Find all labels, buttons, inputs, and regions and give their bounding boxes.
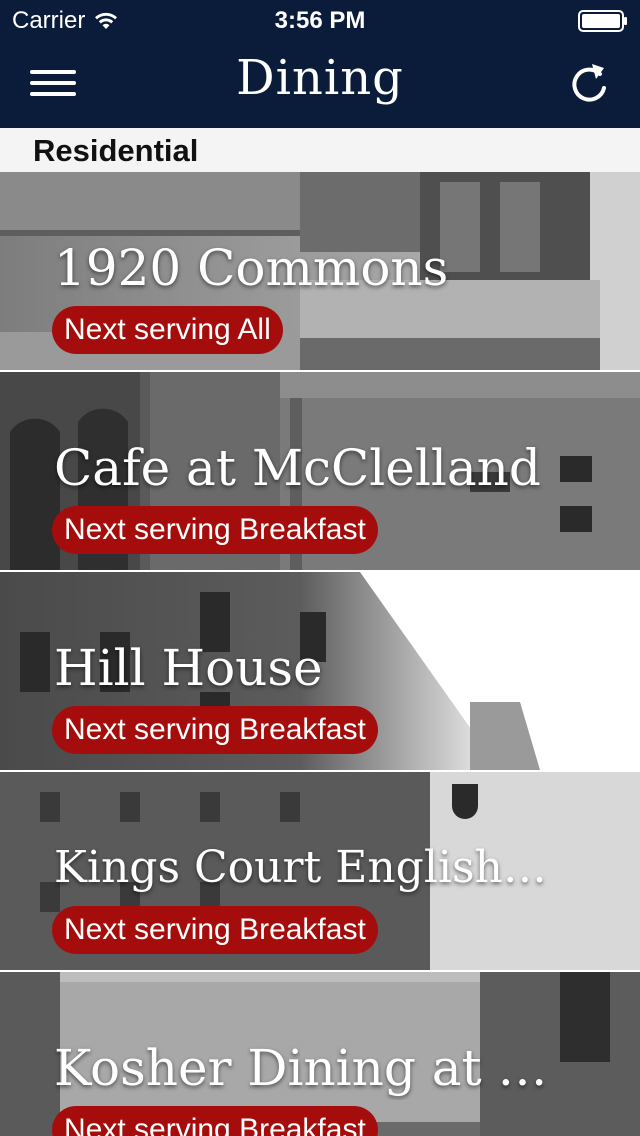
dining-location-list: 1920 Commons Next serving All Cafe at Mc… <box>0 172 640 1136</box>
next-serving-badge: Next serving Breakfast <box>52 506 378 554</box>
location-name: Kosher Dining at Falk <box>54 1039 554 1097</box>
next-serving-badge: Next serving Breakfast <box>52 1106 378 1136</box>
navigation-bar: Dining <box>0 40 640 128</box>
dining-location-row[interactable]: Kings Court English H… Next serving Brea… <box>0 772 640 972</box>
battery-icon <box>578 10 627 32</box>
refresh-icon <box>572 64 606 102</box>
top-bar: Carrier 3:56 PM Dining <box>0 0 640 128</box>
dining-location-row[interactable]: Hill House Next serving Breakfast <box>0 572 640 772</box>
page-title: Dining <box>236 50 404 106</box>
dining-screen: Carrier 3:56 PM Dining Residential 1920 … <box>0 0 640 1136</box>
dining-location-row[interactable]: Cafe at McClelland Next serving Breakfas… <box>0 372 640 572</box>
status-time: 3:56 PM <box>274 7 366 34</box>
location-name: Cafe at McClelland <box>54 439 541 497</box>
status-bar: Carrier 3:56 PM <box>0 0 640 40</box>
next-serving-badge: Next serving Breakfast <box>52 706 378 754</box>
location-name: 1920 Commons <box>54 239 449 297</box>
location-name: Hill House <box>54 639 323 697</box>
next-serving-badge: Next serving All <box>52 306 283 354</box>
location-name: Kings Court English H… <box>54 842 554 893</box>
refresh-button[interactable] <box>566 58 612 108</box>
dining-location-row[interactable]: 1920 Commons Next serving All <box>0 172 640 372</box>
section-header-residential: Residential <box>0 128 640 172</box>
dining-location-row[interactable]: Kosher Dining at Falk Next serving Break… <box>0 972 640 1136</box>
next-serving-badge: Next serving Breakfast <box>52 906 378 954</box>
